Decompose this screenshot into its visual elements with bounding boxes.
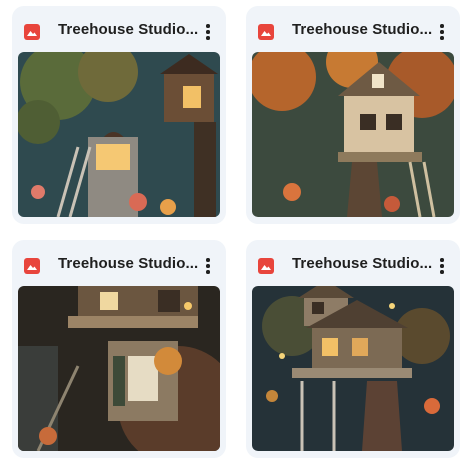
image-file-icon <box>24 258 40 274</box>
file-card-4[interactable]: Treehouse Studio... <box>246 240 460 458</box>
more-options-icon[interactable] <box>196 254 220 278</box>
image-thumbnail[interactable] <box>18 286 220 451</box>
file-name[interactable]: Treehouse Studio... <box>292 21 432 38</box>
file-name[interactable]: Treehouse Studio... <box>58 21 198 38</box>
file-card-2[interactable]: Treehouse Studio... <box>246 6 460 224</box>
image-thumbnail[interactable] <box>18 52 220 217</box>
file-card-1[interactable]: Treehouse Studio... <box>12 6 226 224</box>
more-options-icon[interactable] <box>196 20 220 44</box>
image-file-icon <box>24 24 40 40</box>
more-options-icon[interactable] <box>430 254 454 278</box>
image-file-icon <box>258 258 274 274</box>
file-card-header: Treehouse Studio... <box>246 6 460 50</box>
image-thumbnail[interactable] <box>252 52 454 217</box>
file-card-header: Treehouse Studio... <box>12 6 226 50</box>
file-name[interactable]: Treehouse Studio... <box>292 255 432 272</box>
file-card-header: Treehouse Studio... <box>12 240 226 284</box>
image-file-icon <box>258 24 274 40</box>
file-card-header: Treehouse Studio... <box>246 240 460 284</box>
file-card-3[interactable]: Treehouse Studio... <box>12 240 226 458</box>
more-options-icon[interactable] <box>430 20 454 44</box>
file-name[interactable]: Treehouse Studio... <box>58 255 198 272</box>
image-thumbnail[interactable] <box>252 286 454 451</box>
